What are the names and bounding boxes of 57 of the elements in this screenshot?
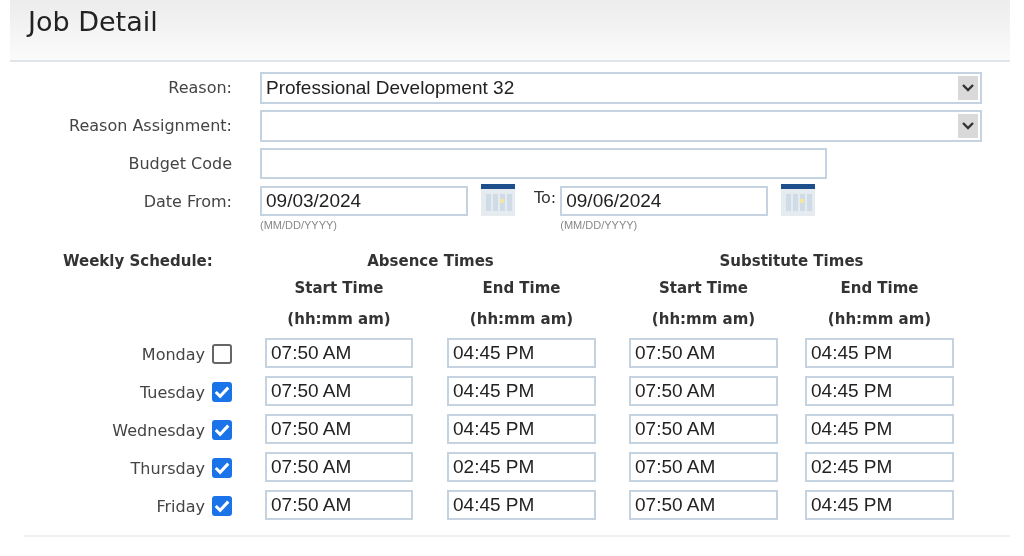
calendar-icon[interactable] <box>780 184 817 216</box>
date-field[interactable]: 09/03/2024 <box>260 186 468 216</box>
chevron-icon[interactable] <box>958 114 978 138</box>
time-field[interactable]: 07:50 AM <box>265 414 413 444</box>
checkbox[interactable] <box>212 420 232 440</box>
time-field[interactable]: 07:50 AM <box>265 490 413 520</box>
time-field[interactable]: 04:45 PM <box>447 338 596 368</box>
day-label: Tuesday <box>139 382 205 404</box>
time-field[interactable]: 07:50 AM <box>265 452 413 482</box>
column-format: (hh:mm am) <box>651 309 756 330</box>
time-field[interactable]: 02:45 PM <box>447 452 596 482</box>
column-heading: End Time <box>840 278 919 299</box>
day-label: Friday <box>156 496 205 518</box>
field-label: Reason Assignment: <box>68 115 232 137</box>
column-format: (hh:mm am) <box>287 309 391 330</box>
time-field[interactable]: 07:50 AM <box>629 376 778 406</box>
time-field[interactable]: 07:50 AM <box>265 376 413 406</box>
time-field[interactable]: 07:50 AM <box>629 452 778 482</box>
dropdown[interactable]: Professional Development 32 <box>260 72 982 104</box>
time-field[interactable]: 04:45 PM <box>805 490 954 520</box>
section-label: Weekly Schedule: <box>62 251 214 272</box>
date-field[interactable]: 09/06/2024 <box>560 186 769 216</box>
time-field[interactable]: 07:50 AM <box>629 338 778 368</box>
day-label: Thursday <box>130 458 205 480</box>
time-field[interactable]: 04:45 PM <box>447 414 596 444</box>
time-field[interactable]: 07:50 AM <box>629 414 778 444</box>
time-field[interactable]: 07:50 AM <box>629 490 778 520</box>
text-field[interactable] <box>260 148 827 179</box>
time-field[interactable]: 04:45 PM <box>447 376 596 406</box>
column-heading: Start Time <box>658 278 749 299</box>
day-label: Wednesday <box>112 420 205 442</box>
time-field[interactable]: 04:45 PM <box>805 338 954 368</box>
calendar-icon[interactable] <box>480 184 516 216</box>
field-label: Date From: <box>142 191 232 213</box>
group-heading: Absence Times <box>366 251 495 272</box>
date-format-hint: (MM/DD/YYYY) <box>560 219 639 231</box>
group-heading: Substitute Times <box>718 251 865 272</box>
time-field[interactable]: 04:45 PM <box>447 490 596 520</box>
time-field[interactable]: 02:45 PM <box>805 452 954 482</box>
field-label: Reason: <box>167 77 232 99</box>
column-heading: Start Time <box>294 278 384 299</box>
date-format-hint: (MM/DD/YYYY) <box>260 219 338 231</box>
column-format: (hh:mm am) <box>827 309 932 330</box>
time-field[interactable]: 04:45 PM <box>805 414 954 444</box>
chevron-icon[interactable] <box>958 76 978 100</box>
checkbox[interactable] <box>212 458 232 478</box>
page-title: Job Detail <box>25 5 158 39</box>
checkbox[interactable] <box>212 496 232 516</box>
column-format: (hh:mm am) <box>469 309 574 330</box>
checkbox[interactable] <box>212 382 232 402</box>
field-label: Budget Code <box>127 153 232 175</box>
column-heading: End Time <box>482 278 561 299</box>
time-field[interactable]: 04:45 PM <box>805 376 954 406</box>
time-field[interactable]: 07:50 AM <box>265 338 413 368</box>
field-label: To: <box>534 188 557 207</box>
day-label: Monday <box>141 344 205 366</box>
checkbox[interactable] <box>212 344 232 364</box>
